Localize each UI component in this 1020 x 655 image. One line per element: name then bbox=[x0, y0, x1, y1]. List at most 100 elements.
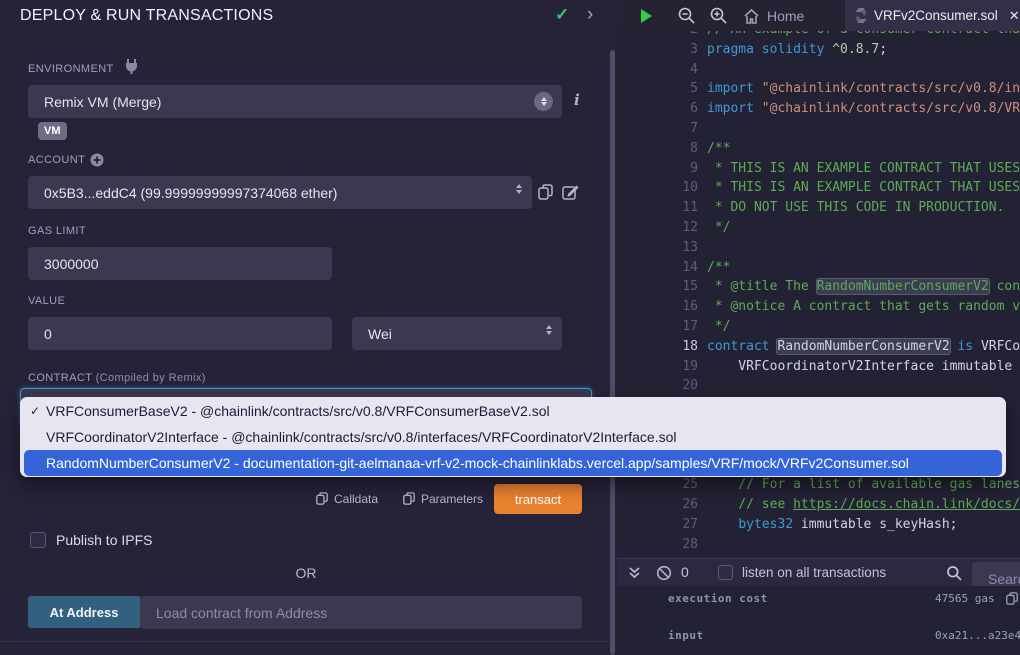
terminal-toolbar: 0 listen on all transactions bbox=[617, 558, 1020, 586]
value-label: VALUE bbox=[28, 295, 65, 307]
line-content: /** bbox=[698, 139, 730, 159]
code-line[interactable]: 5import "@chainlink/contracts/src/v0.8/i… bbox=[617, 79, 1020, 99]
panel-divider bbox=[0, 641, 617, 642]
contract-option[interactable]: RandomNumberConsumerV2 - documentation-g… bbox=[24, 450, 1002, 476]
code-line[interactable]: 13 bbox=[617, 238, 1020, 258]
tab-vrfv2consumer[interactable]: VRFv2Consumer.sol ✕ bbox=[845, 0, 1020, 31]
code-line[interactable]: 7 bbox=[617, 119, 1020, 139]
code-line[interactable]: 2// An example of a consumer contract th… bbox=[617, 31, 1020, 40]
code-line[interactable]: 20 bbox=[617, 376, 1020, 396]
line-content: pragma solidity ^0.8.7; bbox=[698, 40, 887, 60]
contract-option[interactable]: VRFCoordinatorV2Interface - @chainlink/c… bbox=[20, 424, 1006, 450]
success-check-icon: ✓ bbox=[555, 5, 569, 25]
environment-select[interactable]: Remix VM (Merge) bbox=[28, 85, 562, 118]
account-select[interactable]: 0x5B3...eddC4 (99.99999999997374068 ethe… bbox=[28, 176, 532, 209]
code-line[interactable]: 18contract RandomNumberConsumerV2 is VRF… bbox=[617, 337, 1020, 357]
or-label: OR bbox=[0, 565, 612, 581]
publish-ipfs-checkbox[interactable] bbox=[30, 532, 46, 548]
run-script-icon[interactable] bbox=[637, 7, 655, 25]
home-icon bbox=[743, 8, 760, 24]
panel-scrollbar[interactable] bbox=[610, 50, 615, 655]
copy-account-icon[interactable] bbox=[538, 184, 553, 200]
line-content: import "@chainlink/contracts/src/v0.8/VR… bbox=[698, 99, 1020, 119]
environment-info-icon[interactable]: i bbox=[574, 91, 580, 109]
terminal-row: execution cost47565 gas bbox=[617, 592, 1020, 608]
code-line[interactable]: 14/** bbox=[617, 258, 1020, 278]
line-number: 12 bbox=[617, 218, 698, 238]
line-content bbox=[698, 238, 707, 258]
edit-account-icon[interactable] bbox=[562, 184, 579, 200]
add-account-icon[interactable] bbox=[90, 153, 104, 167]
code-line[interactable]: 9 * THIS IS AN EXAMPLE CONTRACT THAT USE… bbox=[617, 159, 1020, 179]
vm-badge: VM bbox=[38, 122, 67, 140]
contract-option-label: VRFCoordinatorV2Interface - @chainlink/c… bbox=[46, 429, 677, 445]
line-number: 2 bbox=[617, 31, 698, 40]
publish-ipfs-label: Publish to IPFS bbox=[56, 532, 153, 548]
line-content: * DO NOT USE THIS CODE IN PRODUCTION. bbox=[698, 198, 1004, 218]
copy-calldata-icon[interactable] bbox=[316, 492, 328, 505]
line-number: 14 bbox=[617, 258, 698, 278]
code-line[interactable]: 4 bbox=[617, 60, 1020, 80]
terminal-row-value: 47565 gas bbox=[935, 592, 995, 605]
close-tab-icon[interactable]: ✕ bbox=[1009, 8, 1020, 24]
tab-home[interactable]: Home bbox=[735, 0, 812, 31]
select-caret-icon bbox=[546, 325, 552, 335]
code-line[interactable]: 12 */ bbox=[617, 218, 1020, 238]
at-address-button[interactable]: At Address bbox=[28, 596, 140, 628]
account-label: ACCOUNT bbox=[28, 154, 85, 166]
code-line[interactable]: 10 * THIS IS AN EXAMPLE CONTRACT THAT US… bbox=[617, 178, 1020, 198]
code-line[interactable]: 15 * @title The RandomNumberConsumerV2 c… bbox=[617, 277, 1020, 297]
code-editor: Home VRFv2Consumer.sol ✕ 2// An example … bbox=[617, 0, 1020, 655]
code-line[interactable]: 8/** bbox=[617, 139, 1020, 159]
value-unit-select[interactable]: Wei bbox=[352, 317, 562, 350]
file-tab-label: VRFv2Consumer.sol bbox=[874, 8, 998, 23]
code-area[interactable]: 2// An example of a consumer contract th… bbox=[617, 31, 1020, 558]
code-line[interactable]: 19 VRFCoordinatorV2Interface immutable C… bbox=[617, 357, 1020, 377]
copy-parameters-icon[interactable] bbox=[403, 492, 415, 505]
line-content: bytes32 immutable s_keyHash; bbox=[698, 515, 957, 535]
code-line[interactable]: 26 // see https://docs.chain.link/docs/v… bbox=[617, 495, 1020, 515]
code-line[interactable]: 6import "@chainlink/contracts/src/v0.8/V… bbox=[617, 99, 1020, 119]
code-line[interactable]: 25 // For a list of available gas lanes … bbox=[617, 475, 1020, 495]
line-number: 25 bbox=[617, 475, 698, 495]
contract-dropdown-menu: ✓VRFConsumerBaseV2 - @chainlink/contract… bbox=[20, 397, 1006, 477]
transact-button[interactable]: transact bbox=[494, 484, 582, 514]
solidity-file-icon bbox=[855, 8, 867, 23]
line-number: 13 bbox=[617, 238, 698, 258]
copy-icon[interactable] bbox=[1006, 592, 1018, 605]
at-address-input[interactable] bbox=[140, 596, 582, 629]
calldata-label[interactable]: Calldata bbox=[334, 492, 378, 506]
line-content: // An example of a consumer contract tha… bbox=[698, 31, 1020, 40]
code-line[interactable]: 27 bytes32 immutable s_keyHash; bbox=[617, 515, 1020, 535]
line-content: /** bbox=[698, 258, 730, 278]
contract-option-label: RandomNumberConsumerV2 - documentation-g… bbox=[46, 455, 909, 471]
collapse-panel-icon[interactable]: › bbox=[587, 4, 593, 26]
contract-option[interactable]: ✓VRFConsumerBaseV2 - @chainlink/contract… bbox=[20, 398, 1006, 424]
zoom-out-icon[interactable] bbox=[677, 6, 696, 25]
code-line[interactable]: 16 * @notice A contract that gets random… bbox=[617, 297, 1020, 317]
value-input[interactable] bbox=[28, 317, 332, 350]
expand-terminal-icon[interactable] bbox=[628, 566, 641, 580]
editor-tabbar: Home VRFv2Consumer.sol ✕ bbox=[617, 0, 1020, 31]
code-line[interactable]: 11 * DO NOT USE THIS CODE IN PRODUCTION. bbox=[617, 198, 1020, 218]
gas-limit-input[interactable] bbox=[28, 247, 332, 280]
line-content: VRFCoordinatorV2Interface immutable COOR… bbox=[698, 357, 1020, 377]
line-number: 19 bbox=[617, 357, 698, 377]
deploy-run-panel: DEPLOY & RUN TRANSACTIONS ✓ › ENVIRONMEN… bbox=[0, 0, 617, 655]
terminal-row-value: 0xa21...a23e4 bbox=[935, 629, 1020, 642]
listen-all-checkbox[interactable] bbox=[718, 565, 733, 580]
gas-limit-label: GAS LIMIT bbox=[28, 225, 86, 237]
contract-option-label: VRFConsumerBaseV2 - @chainlink/contracts… bbox=[46, 403, 550, 419]
remix-ide-screen: DEPLOY & RUN TRANSACTIONS ✓ › ENVIRONMEN… bbox=[0, 0, 1020, 655]
selected-check-icon: ✓ bbox=[30, 404, 46, 418]
code-line[interactable]: 28 bbox=[617, 535, 1020, 555]
search-icon[interactable] bbox=[946, 565, 962, 581]
line-number: 9 bbox=[617, 159, 698, 179]
line-content: * THIS IS AN EXAMPLE CONTRACT THAT USES … bbox=[698, 159, 1020, 179]
parameters-label[interactable]: Parameters bbox=[421, 492, 483, 506]
line-number: 5 bbox=[617, 79, 698, 99]
zoom-in-icon[interactable] bbox=[709, 6, 728, 25]
clear-console-icon[interactable] bbox=[656, 565, 672, 581]
code-line[interactable]: 3pragma solidity ^0.8.7; bbox=[617, 40, 1020, 60]
code-line[interactable]: 17 */ bbox=[617, 317, 1020, 337]
